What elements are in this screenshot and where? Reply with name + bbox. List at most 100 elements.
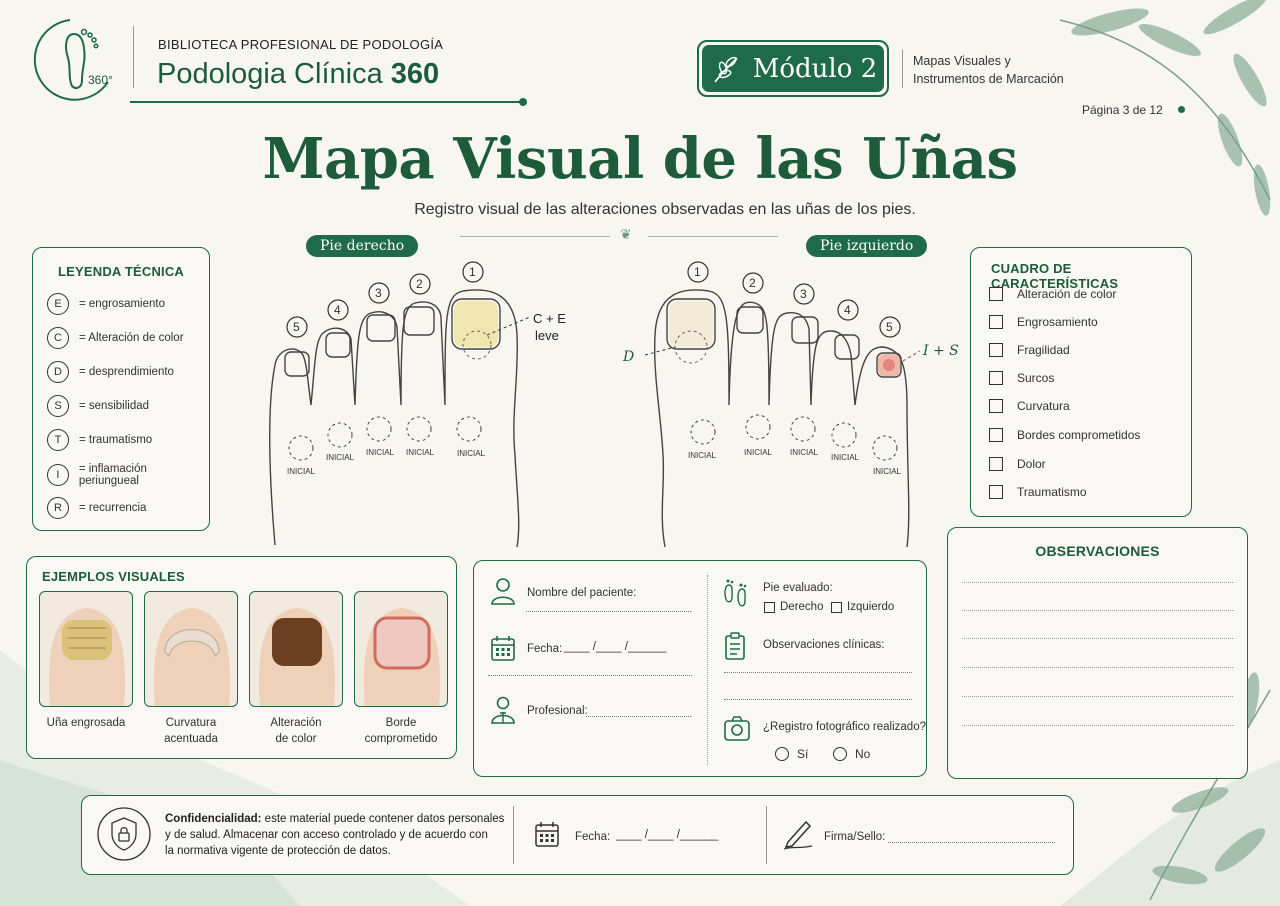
observation-line[interactable] — [962, 667, 1233, 668]
checkbox-box[interactable] — [989, 428, 1003, 442]
professional-field[interactable] — [586, 716, 691, 717]
feature-checkbox[interactable]: Surcos — [989, 371, 1054, 385]
feature-checkbox[interactable]: Alteración de color — [989, 287, 1116, 301]
initial-label: INICIAL — [326, 453, 355, 462]
legend-code: T — [47, 429, 69, 451]
example-thickened-nail-image — [39, 591, 133, 707]
module-desc-1: Mapas Visuales y — [913, 54, 1011, 68]
example-label: Uña engrosada — [34, 715, 138, 731]
divider-leaf-icon: ❦ — [620, 226, 632, 242]
checkbox-box[interactable] — [989, 287, 1003, 301]
nail-fill — [62, 620, 112, 660]
left-foot-checkbox[interactable]: Izquierdo — [831, 601, 894, 613]
right-foot-checkbox[interactable]: Derecho — [764, 601, 823, 613]
checkbox-box[interactable] — [989, 343, 1003, 357]
observation-line[interactable] — [962, 582, 1233, 583]
confidentiality-line-3: la normativa vigente de protección de da… — [165, 845, 391, 857]
photo-no-radio[interactable]: No — [833, 747, 870, 761]
brand-name: Podologia Clínica 360 — [157, 58, 439, 91]
toe-number: 3 — [800, 287, 807, 301]
observation-line[interactable] — [962, 638, 1233, 639]
patient-form-panel: Nombre del paciente: Fecha: ____ /____ /… — [473, 560, 927, 777]
legend-item: E = engrosamiento — [47, 293, 165, 315]
radio-circle[interactable] — [775, 747, 789, 761]
right-foot-option: Derecho — [780, 601, 824, 613]
right-foot-diagram — [269, 261, 531, 548]
toe-number: 4 — [844, 303, 851, 317]
photo-question: ¿Registro fotográfico realizado? — [763, 721, 926, 733]
toe-icon — [48, 608, 126, 706]
feature-checkbox[interactable]: Traumatismo — [989, 485, 1087, 499]
initial-label: INICIAL — [366, 448, 395, 457]
initial-label: INICIAL — [457, 449, 486, 458]
initial-label: INICIAL — [406, 448, 435, 457]
right-annotation: C + E — [533, 311, 566, 326]
left-annotation-is: I + S — [923, 343, 959, 359]
checkbox-box[interactable] — [989, 371, 1003, 385]
toe-number: 4 — [334, 303, 341, 317]
footer-date-label: Fecha: — [575, 831, 611, 843]
feature-checkbox[interactable]: Fragilidad — [989, 343, 1070, 357]
initial-label: INICIAL — [831, 453, 860, 462]
feature-checkbox[interactable]: Bordes comprometidos — [989, 428, 1140, 442]
left-foot-label: Pie izquierdo — [806, 235, 928, 257]
pen-icon — [783, 820, 813, 850]
example-label: Curvatura acentuada — [139, 715, 243, 747]
checkbox-box[interactable] — [989, 399, 1003, 413]
legend-text: = engrosamiento — [79, 298, 165, 310]
legend-item: R = recurrencia — [47, 497, 146, 519]
radio-circle[interactable] — [833, 747, 847, 761]
clinical-obs-label: Observaciones clínicas: — [763, 639, 885, 651]
clinical-obs-field[interactable] — [724, 672, 912, 673]
page-title: Mapa Visual de las Uñas — [262, 126, 1018, 192]
legend-code: I — [47, 464, 69, 486]
examples-panel: EJEMPLOS VISUALES Uña engrosada Curvatur… — [26, 556, 457, 759]
legend-code: D — [47, 361, 69, 383]
footer-divider — [513, 806, 514, 864]
legend-code: S — [47, 395, 69, 417]
date-field[interactable]: ____ /____ /______ — [564, 641, 666, 653]
clinical-obs-field[interactable] — [724, 699, 912, 700]
observation-line[interactable] — [962, 725, 1233, 726]
observations-title: OBSERVACIONES — [1035, 543, 1160, 559]
lock-shield-icon — [97, 807, 151, 861]
feature-label: Traumatismo — [1017, 485, 1087, 499]
feature-checkbox[interactable]: Curvatura — [989, 399, 1070, 413]
checkbox-box[interactable] — [764, 601, 775, 613]
legend-code: R — [47, 497, 69, 519]
example-label: Alteración de color — [244, 715, 348, 747]
checkbox-box[interactable] — [989, 485, 1003, 499]
toe-icon — [258, 608, 336, 706]
checkbox-box[interactable] — [989, 457, 1003, 471]
confidentiality-heading: Confidencialidad: — [165, 813, 262, 825]
features-panel: CUADRO DE CARACTERÍSTICAS Alteración de … — [970, 247, 1192, 517]
feature-checkbox[interactable]: Engrosamiento — [989, 315, 1098, 329]
patient-name-field[interactable] — [526, 611, 691, 612]
observation-line[interactable] — [962, 696, 1233, 697]
example-label-line: Uña engrosada — [46, 717, 126, 729]
legend-text: = recurrencia — [79, 502, 147, 514]
toe-number: 1 — [469, 265, 476, 279]
legend-item: S = sensibilidad — [47, 395, 149, 417]
foot-logo-icon — [33, 19, 109, 101]
toe-number: 1 — [694, 265, 701, 279]
subtitle-divider — [460, 236, 610, 237]
feature-checkbox[interactable]: Dolor — [989, 457, 1046, 471]
observation-line[interactable] — [962, 610, 1233, 611]
example-label-line: Curvatura acentuada — [164, 717, 218, 745]
left-annotation-d: D — [623, 349, 635, 365]
footer-date-field[interactable]: ____ /____ /______ — [616, 829, 718, 841]
checkbox-box[interactable] — [831, 601, 842, 613]
brand-underline — [130, 101, 522, 103]
photo-yes-radio[interactable]: Sí — [775, 747, 808, 761]
legend-item: D = desprendimiento — [47, 361, 174, 383]
footprints-icon — [724, 579, 747, 607]
page-subtitle: Registro visual de las alteraciones obse… — [414, 201, 916, 218]
radio-label: Sí — [797, 747, 809, 761]
signature-field[interactable] — [888, 842, 1055, 843]
signature-label: Firma/Sello: — [824, 831, 886, 843]
initial-label: INICIAL — [744, 448, 773, 457]
feature-label: Alteración de color — [1017, 287, 1117, 301]
checkbox-box[interactable] — [989, 315, 1003, 329]
form-separator — [488, 675, 692, 676]
